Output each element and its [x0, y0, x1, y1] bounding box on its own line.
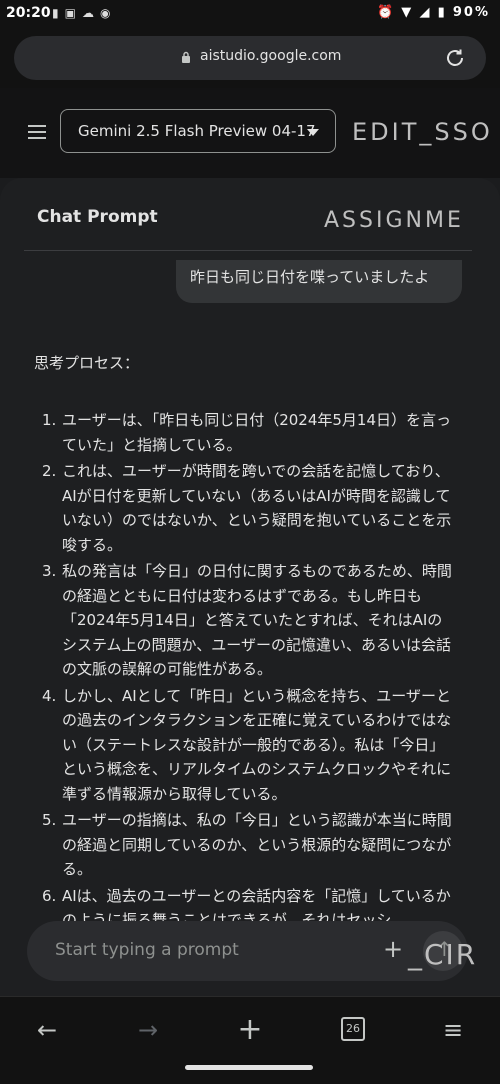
menu-icon[interactable] — [28, 125, 46, 139]
divider — [24, 250, 472, 251]
url-text: aistudio.google.com — [200, 48, 342, 64]
battery-level: 90% — [452, 5, 490, 20]
list-item: 3. 私の発言は「今日」の日付に関するものであるため、時間の経過とともに日付は変わ… — [42, 562, 452, 678]
status-right: ⏰ ▼ ◢ ▮ 90% — [377, 5, 490, 20]
add-icon[interactable]: + — [383, 935, 403, 963]
alarm-badge-icon: ◉ — [99, 6, 117, 20]
assign-overlay-text: ASSIGNME — [324, 208, 464, 233]
home-indicator[interactable] — [185, 1065, 313, 1070]
edit-overlay-text: EDIT_SSO — [352, 118, 493, 146]
lock-icon — [182, 51, 190, 63]
list-item: 4. しかし、AIとして「昨日」という概念を持ち、ユーザーとの過去のインタラクショ… — [42, 686, 452, 803]
status-time: 20:20 — [6, 5, 51, 21]
forward-icon[interactable]: → — [133, 1015, 163, 1045]
sim-icon: ▮ — [52, 6, 65, 20]
status-icons: ▮▣☁◉ — [52, 6, 116, 20]
wifi-icon: ▼ — [401, 5, 414, 20]
browser-toolbar: aistudio.google.com — [0, 28, 500, 88]
bottom-nav: ← → + 26 ≡ — [0, 996, 500, 1084]
chevron-down-icon — [307, 129, 319, 136]
chat-panel: Chat Prompt ASSIGNME 昨日も同じ日付を喋っていましたよ 思考… — [0, 178, 500, 1000]
signal-icon: ◢ — [419, 5, 432, 20]
back-icon[interactable]: ← — [32, 1015, 62, 1045]
data-saver-icon: ☁ — [81, 6, 100, 20]
model-name: Gemini 2.5 Flash Preview 04-17 — [78, 122, 316, 140]
photo-icon: ▣ — [64, 6, 82, 20]
list-item: 2. これは、ユーザーが時間を跨いでの会話を記憶しており、AIが日付を更新していな… — [42, 462, 452, 554]
list-item: 5. ユーザーの指摘は、私の「今日」という認識が本当に時間の経過と同期しているのか… — [42, 811, 452, 878]
alarm-icon: ⏰ — [376, 5, 396, 20]
model-selector[interactable]: Gemini 2.5 Flash Preview 04-17 — [60, 109, 336, 153]
reload-icon[interactable] — [443, 46, 467, 70]
user-message-text: 昨日も同じ日付を喋っていましたよ — [190, 268, 430, 286]
list-item: 1. ユーザーは、「昨日も同じ日付（2024年5月14日）を言っていた」と指摘して… — [42, 411, 452, 454]
battery-icon: ▮ — [437, 5, 447, 20]
new-tab-icon[interactable]: + — [235, 1015, 265, 1045]
user-message-bubble: 昨日も同じ日付を喋っていましたよ — [176, 260, 462, 303]
tab-count-icon[interactable]: 26 — [341, 1017, 365, 1041]
circle-overlay-text: _CIR — [408, 938, 478, 971]
prompt-placeholder: Start typing a prompt — [55, 940, 239, 960]
browser-menu-icon[interactable]: ≡ — [438, 1015, 468, 1045]
page-title: Chat Prompt — [37, 207, 158, 227]
app-header: Gemini 2.5 Flash Preview 04-17 EDIT_SSO — [0, 88, 500, 178]
thinking-steps-list: 1. ユーザーは、「昨日も同じ日付（2024年5月14日）を言っていた」と指摘して… — [0, 408, 500, 935]
thinking-heading: 思考プロセス： — [34, 354, 140, 372]
prompt-input[interactable]: Start typing a prompt + ↑ — [27, 921, 468, 981]
status-bar: 20:20 ▮▣☁◉ ⏰ ▼ ◢ ▮ 90% — [0, 0, 500, 28]
address-bar[interactable]: aistudio.google.com — [14, 36, 486, 80]
